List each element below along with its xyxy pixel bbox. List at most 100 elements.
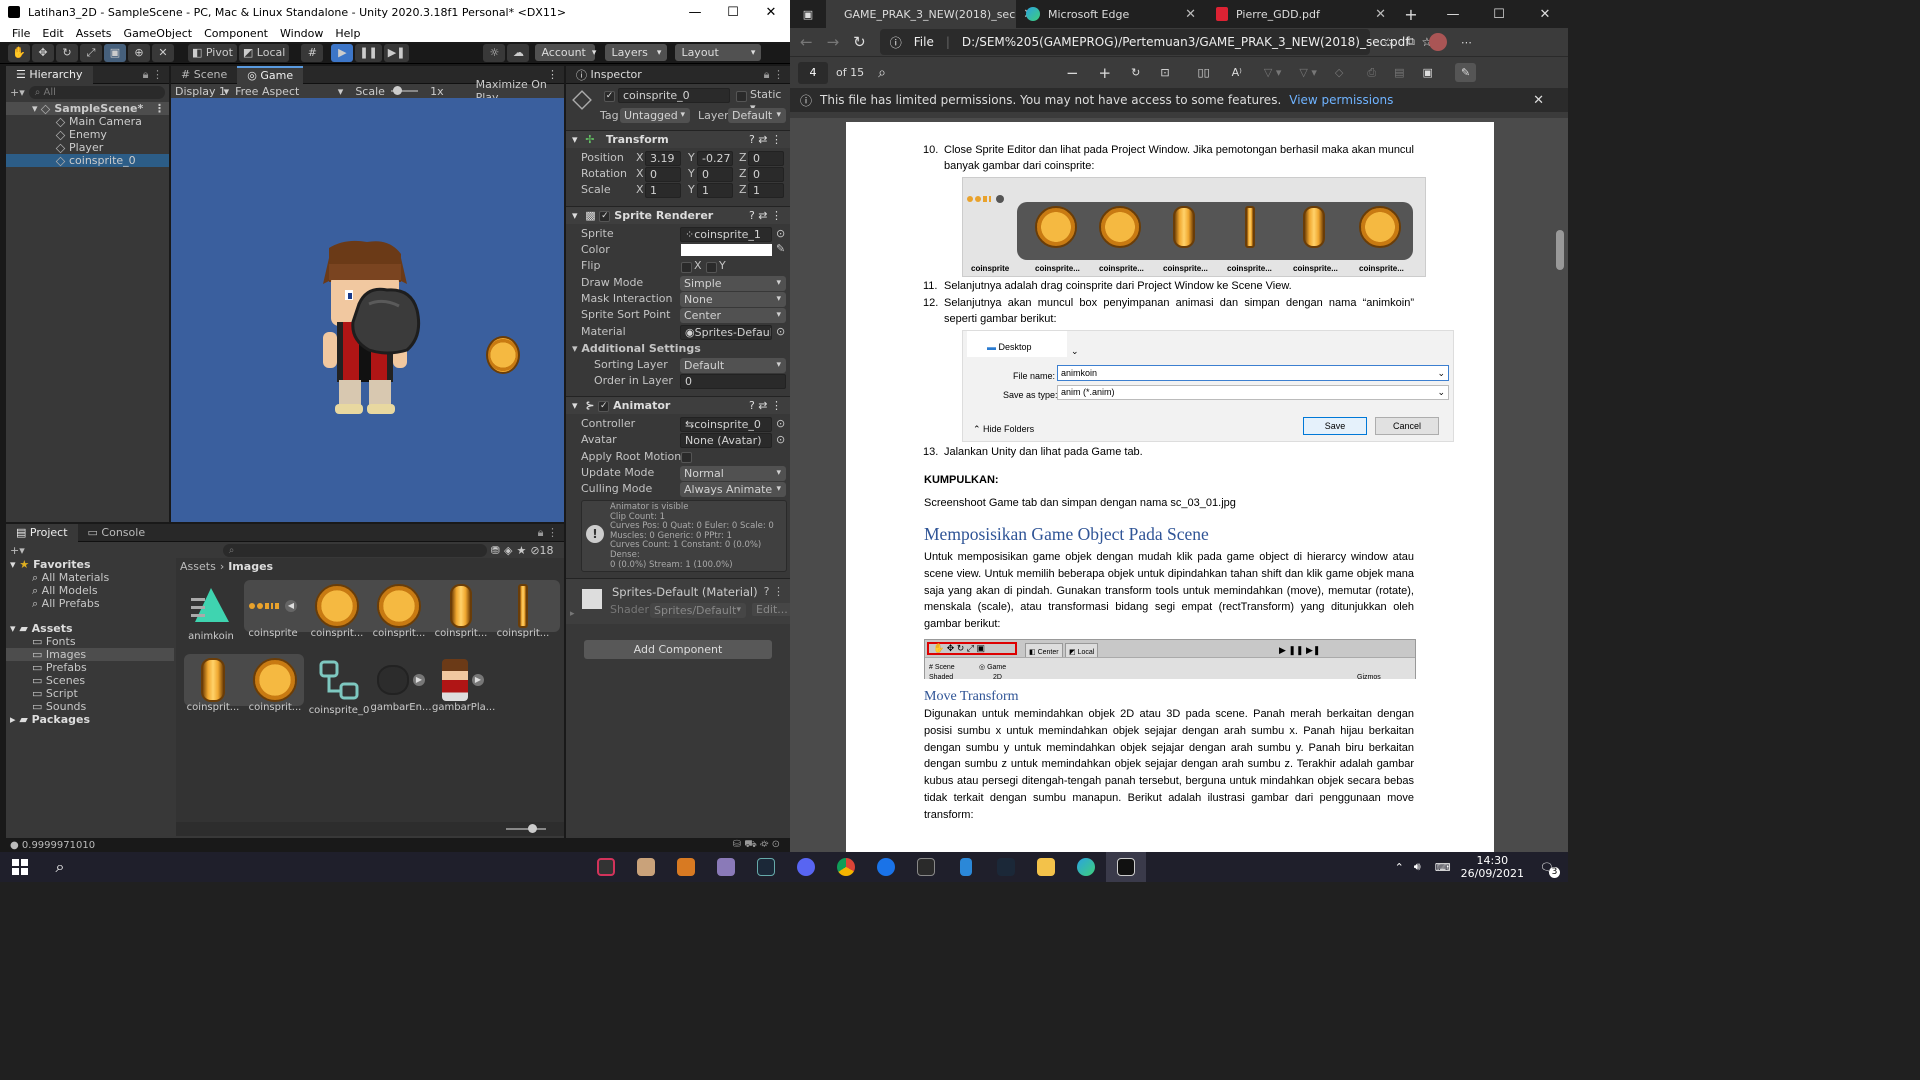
print-icon[interactable]: ⎙ — [1367, 66, 1376, 80]
breadcrumb-item[interactable]: Assets — [180, 560, 216, 573]
folder-item[interactable]: ▭ Prefabs — [6, 661, 174, 674]
asset-item[interactable]: coinsprit... — [492, 584, 554, 639]
draw-mode-dropdown[interactable]: Simple — [680, 276, 786, 291]
asset-item[interactable]: coinsprit... — [182, 658, 244, 713]
rotate-icon[interactable]: ↻ — [1131, 66, 1140, 79]
pin-toolbar-icon[interactable]: ✎ — [1454, 63, 1477, 82]
browser-tab[interactable]: Microsoft Edge ✕ — [1016, 0, 1206, 28]
add-icon[interactable]: +▾ — [10, 86, 25, 99]
expand-arrow-icon[interactable]: ▶ — [413, 674, 425, 686]
component-menu-icon[interactable]: ? ⇄ ⋮ — [749, 131, 782, 149]
minimize-icon[interactable]: — — [1430, 7, 1476, 22]
scale-tool-icon[interactable]: ⤢ — [80, 43, 102, 62]
menu-file[interactable]: File — [12, 27, 30, 40]
hierarchy-item-selected[interactable]: coinsprite_0 — [6, 154, 169, 167]
rotation-x[interactable]: 0 — [645, 167, 681, 182]
flip-y-checkbox[interactable] — [706, 262, 717, 273]
asset-item[interactable]: coinsprit... — [430, 584, 492, 639]
scene-row[interactable]: ▾ SampleScene* ⋮ — [6, 102, 169, 115]
hierarchy-item[interactable]: Player — [6, 141, 169, 154]
move-tool-icon[interactable]: ✥ — [32, 43, 54, 62]
additional-settings-foldout[interactable]: ▾ Additional Settings — [572, 341, 701, 357]
taskbar-app-icon[interactable] — [706, 852, 746, 882]
rect-tool-icon[interactable]: ▣ — [104, 43, 126, 62]
file-explorer-icon[interactable] — [1026, 852, 1066, 882]
rotate-tool-icon[interactable]: ↻ — [56, 43, 78, 62]
layout-dropdown[interactable]: Layout — [675, 44, 762, 61]
menu-assets[interactable]: Assets — [76, 27, 112, 40]
tab-hierarchy[interactable]: ☰ Hierarchy — [6, 65, 93, 84]
folder-item[interactable]: ▭ Fonts — [6, 635, 174, 648]
local-toggle[interactable]: ◩ Local — [238, 43, 290, 62]
game-viewport[interactable] — [171, 98, 564, 522]
tab-project[interactable]: ▤ Project — [6, 523, 78, 542]
forward-icon[interactable]: → — [827, 33, 840, 51]
asset-item[interactable]: coinsprit... — [368, 584, 430, 639]
maximize-icon[interactable]: ☐ — [1476, 7, 1522, 22]
view-permissions-link[interactable]: View permissions — [1289, 93, 1393, 107]
address-bar[interactable]: ⓘ File | D:/SEM%205(GAMEPROG)/Pertemuan3… — [879, 29, 1432, 55]
edge-icon[interactable] — [1066, 852, 1106, 882]
object-picker-icon[interactable]: ⊙ — [776, 325, 785, 338]
taskbar-app-icon[interactable] — [666, 852, 706, 882]
close-icon[interactable]: ✕ — [1522, 7, 1568, 22]
position-z[interactable]: 0 — [748, 151, 784, 166]
tab-inspector[interactable]: ⓘ Inspector — [566, 66, 652, 84]
favorites-icon[interactable]: ✩ — [1384, 36, 1393, 49]
scale-x[interactable]: 1 — [645, 183, 681, 198]
taskbar-app-icon[interactable] — [586, 852, 626, 882]
shader-dropdown[interactable]: Sprites/Default — [650, 603, 746, 618]
menu-window[interactable]: Window — [280, 27, 323, 40]
back-icon[interactable]: ← — [800, 33, 813, 51]
sprite-field[interactable]: ⁘coinsprite_1 — [680, 227, 772, 242]
menu-gameobject[interactable]: GameObject — [124, 27, 193, 40]
clock[interactable]: 14:30 26/09/2021 — [1461, 854, 1524, 880]
shader-edit-button[interactable]: Edit... — [752, 603, 792, 616]
custom-tool-icon[interactable]: ✕ — [152, 43, 174, 62]
page-view-icon[interactable]: ▯▯ — [1198, 66, 1210, 79]
animator-enabled-checkbox[interactable]: ✓ — [598, 400, 610, 412]
display-dropdown[interactable]: Display 1 ▾ — [171, 85, 231, 98]
close-icon[interactable]: ✕ — [752, 5, 790, 20]
root-motion-checkbox[interactable] — [681, 452, 692, 463]
asset-item[interactable]: ▶ gambarPla... — [432, 658, 495, 713]
active-checkbox[interactable]: ✓ — [604, 91, 615, 102]
eyedropper-icon[interactable]: ✎ — [776, 242, 785, 255]
favorite-icon[interactable]: ★ — [516, 544, 526, 557]
material-field[interactable]: ◉Sprites-Default — [680, 325, 772, 340]
hierarchy-item[interactable]: Enemy — [6, 128, 169, 141]
keyboard-icon[interactable]: ⌨ — [1435, 861, 1451, 874]
tab-scene[interactable]: # Scene — [171, 66, 237, 84]
collections-icon[interactable]: ⧉ — [1407, 35, 1415, 49]
layer-dropdown[interactable]: Default — [728, 108, 786, 123]
favorite-item[interactable]: ⌕ All Models — [6, 584, 174, 597]
object-name-input[interactable]: coinsprite_0 — [618, 88, 730, 103]
close-tab-icon[interactable]: ✕ — [1185, 7, 1196, 22]
add-component-button[interactable]: Add Component — [584, 640, 772, 659]
menu-help[interactable]: Help — [335, 27, 360, 40]
favorites-node[interactable]: ▾ ★ Favorites — [6, 558, 174, 571]
taskbar-app-icon[interactable] — [866, 852, 906, 882]
play-button[interactable]: ▶ — [331, 43, 354, 62]
animator-header[interactable]: ▾ ⊱ ✓ Animator? ⇄ ⋮ — [566, 396, 790, 414]
expand-arrow-icon[interactable]: ▶ — [472, 674, 484, 686]
chrome-icon[interactable] — [826, 852, 866, 882]
sprite-renderer-header[interactable]: ▾ ▩ ✓ Sprite Renderer? ⇄ ⋮ — [566, 206, 790, 224]
hierarchy-item[interactable]: Main Camera — [6, 115, 169, 128]
zoom-out-icon[interactable]: − — [1066, 64, 1079, 82]
menu-component[interactable]: Component — [204, 27, 268, 40]
sorting-layer-dropdown[interactable]: Default — [680, 358, 786, 373]
controller-field[interactable]: ⇆coinsprite_0 — [680, 417, 772, 432]
lock-icon[interactable]: 🔒︎ ⋮ — [764, 68, 784, 82]
folder-item[interactable]: ▭ Script — [6, 687, 174, 700]
lock-icon[interactable]: 🔒︎ ⋮ — [143, 68, 163, 82]
object-picker-icon[interactable]: ⊙ — [776, 417, 785, 430]
rotation-y[interactable]: 0 — [697, 167, 733, 182]
transform-tool-icon[interactable]: ⊕ — [128, 43, 150, 62]
browser-tab[interactable]: Pierre_GDD.pdf ✕ — [1206, 0, 1396, 28]
settings-more-icon[interactable]: ⋯ — [1461, 36, 1472, 49]
project-search-input[interactable]: ⌕ — [222, 543, 487, 557]
epic-games-icon[interactable] — [906, 852, 946, 882]
culling-mode-dropdown[interactable]: Always Animate — [680, 482, 786, 497]
scale-slider[interactable] — [390, 86, 419, 95]
